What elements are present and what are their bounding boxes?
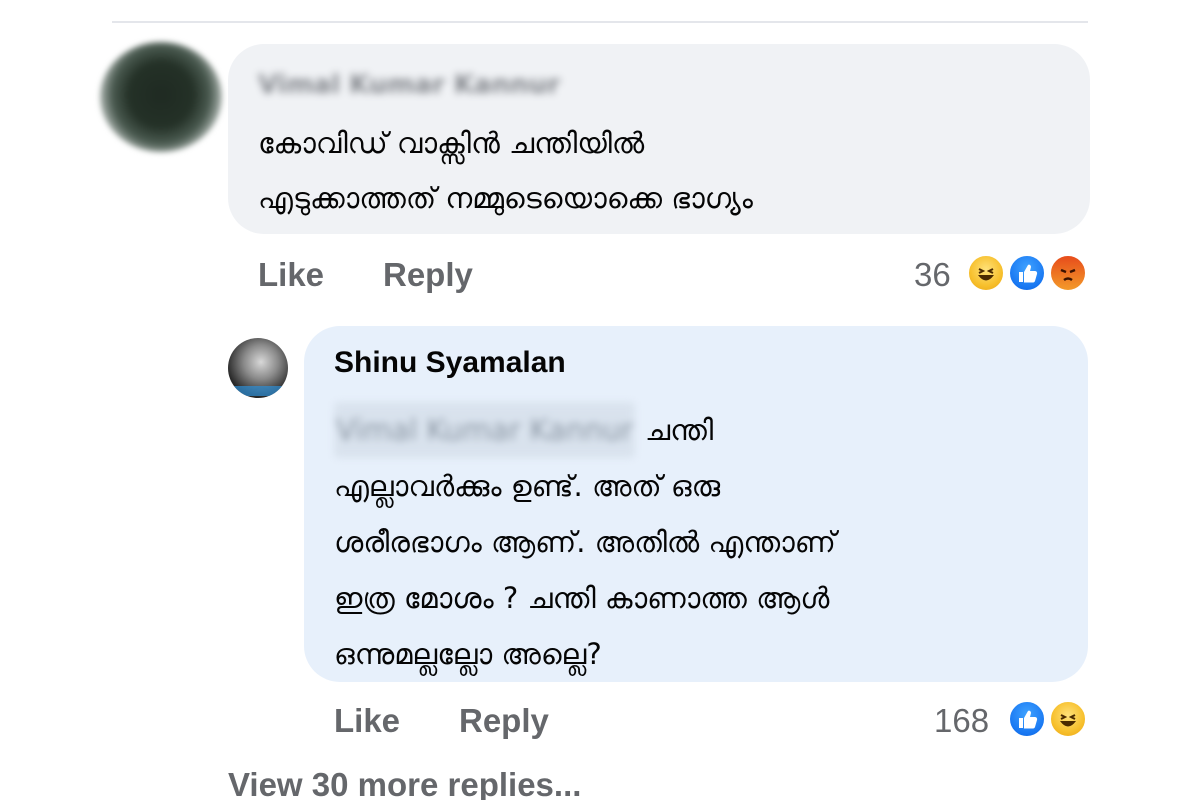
reply-first-line-text: ചന്തി [645,413,714,447]
reply-author-name[interactable]: Shinu Syamalan [334,346,566,380]
reply-like-button[interactable]: Like [334,702,400,740]
haha-reaction-icon [966,253,1006,293]
reply-line: എല്ലാവർക്കും ഉണ്ട്. അത് ഒരു [334,469,721,503]
comment-reaction-count[interactable]: 36 [914,256,951,294]
mention-tag[interactable]: Vimal Kumar Kannur [334,402,636,458]
like-reaction-icon [1007,699,1047,739]
comment-text: കോവിഡ് വാക്സിൻ ചന്തിയിൽ എടുക്കാത്തത് നമ്… [258,116,1058,226]
comment-author-name[interactable]: Vimal Kumar Kannur [258,70,610,100]
avatar-story-ring [232,386,284,396]
haha-reaction-icon [1048,699,1088,739]
reply-text: Vimal Kumar Kannur ചന്തി എല്ലാവർക്കും ഉണ്… [334,402,1054,682]
angry-reaction-icon [1048,253,1088,293]
view-more-replies-link[interactable]: View 30 more replies... [228,766,581,800]
reply-line: ഒന്നുമല്ലല്ലോ അല്ലെ? [334,637,602,671]
commenter-avatar[interactable] [100,42,222,152]
reply-line: ഇത്ര മോശം ? ചന്തി കാണാത്ത ആൾ [334,581,830,615]
comment-reply-button[interactable]: Reply [383,256,473,294]
like-reaction-icon [1007,253,1047,293]
comment-line: എടുക്കാത്തത് നമ്മുടെയൊക്കെ ഭാഗ്യം [258,181,753,215]
comment-line: കോവിഡ് വാക്സിൻ ചന്തിയിൽ [258,126,645,160]
reply-reply-button[interactable]: Reply [459,702,549,740]
reply-line: ശരീരഭാഗം ആണ്. അതിൽ എന്താണ് [334,525,836,559]
reply-line: Vimal Kumar Kannur ചന്തി [334,402,1054,458]
reply-reaction-count[interactable]: 168 [934,702,989,740]
reply-bubble: Shinu Syamalan Vimal Kumar Kannur ചന്തി എ… [304,326,1088,682]
comment-like-button[interactable]: Like [258,256,324,294]
top-divider [112,21,1088,23]
comment-bubble: Vimal Kumar Kannur കോവിഡ് വാക്സിൻ ചന്തിയ… [228,44,1090,234]
replier-avatar[interactable] [228,338,288,398]
